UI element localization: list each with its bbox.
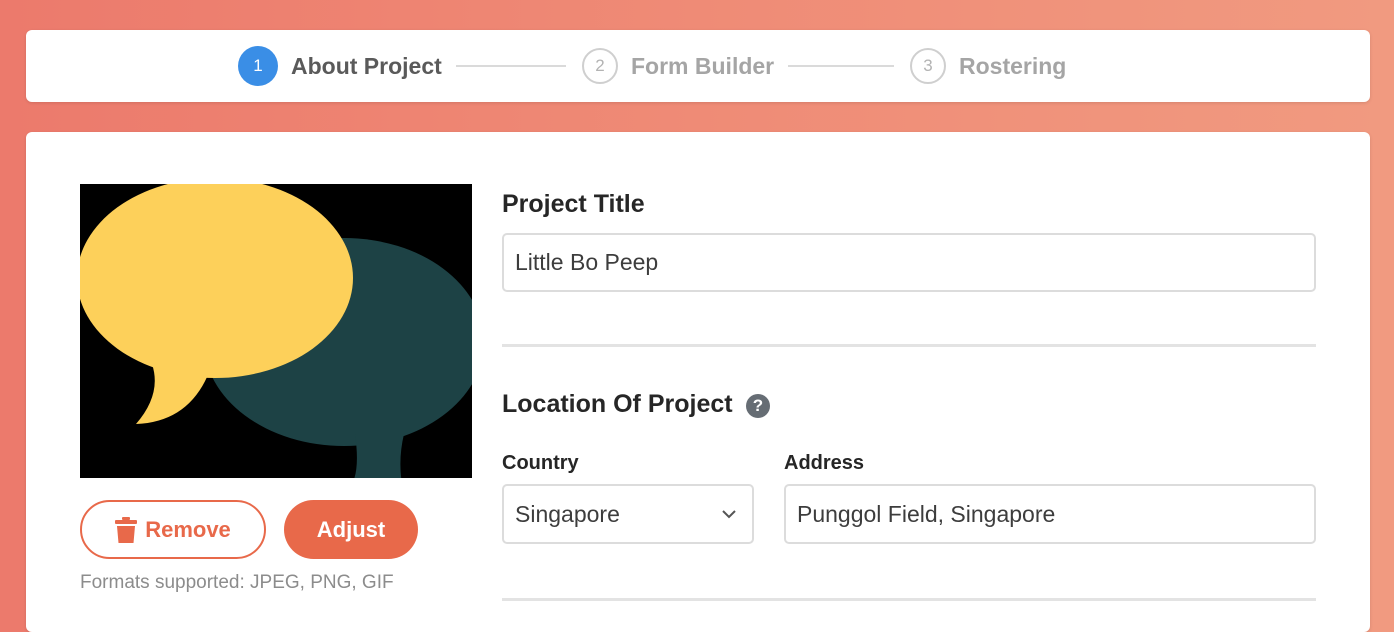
step-about-project[interactable]: 1 About Project [238,30,442,102]
country-selected-value: Singapore [515,500,620,527]
step-rostering[interactable]: 3 Rostering [910,30,1066,102]
country-select[interactable]: Singapore [502,484,754,544]
address-input[interactable]: Punggol Field, Singapore [784,484,1316,544]
section-divider [502,598,1316,601]
country-label: Country [502,452,579,474]
yellow-speech-bubble [80,184,353,378]
location-of-project-label: Location Of Project [502,390,733,418]
step-form-builder[interactable]: 2 Form Builder [582,30,774,102]
chevron-down-icon [722,510,736,519]
step-connector [788,65,894,67]
step-2-label: Form Builder [631,52,775,79]
step-1-label: About Project [291,52,442,79]
formats-supported-text: Formats supported: JPEG, PNG, GIF [80,572,394,593]
project-details-card: Remove Adjust Formats supported: JPEG, P… [26,132,1370,632]
stepper-bar: 1 About Project 2 Form Builder 3 Rosteri… [26,30,1370,102]
step-3-number: 3 [910,48,946,84]
remove-label: Remove [145,516,231,542]
trash-icon [115,516,138,543]
help-icon[interactable]: ? [746,394,770,418]
adjust-image-button[interactable]: Adjust [284,500,418,559]
project-title-input[interactable]: Little Bo Peep [502,233,1316,292]
section-divider [502,344,1316,347]
project-title-label: Project Title [502,190,645,218]
step-connector [456,65,566,67]
step-2-number: 2 [582,48,618,84]
project-image [80,184,472,478]
address-label: Address [784,452,865,474]
step-1-number: 1 [238,46,278,86]
speech-bubbles-image [80,184,472,478]
remove-image-button[interactable]: Remove [80,500,266,559]
step-3-label: Rostering [959,52,1067,79]
